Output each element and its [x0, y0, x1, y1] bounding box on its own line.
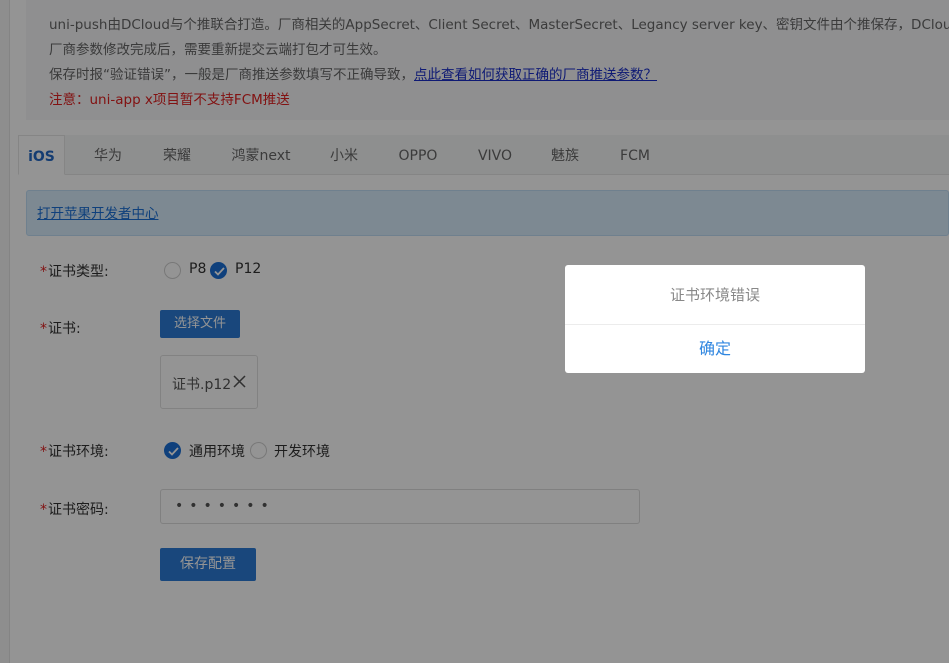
dialog-message: 证书环境错误 — [565, 265, 865, 325]
error-dialog: 证书环境错误 确定 — [565, 265, 865, 373]
dialog-confirm-button[interactable]: 确定 — [565, 325, 865, 373]
